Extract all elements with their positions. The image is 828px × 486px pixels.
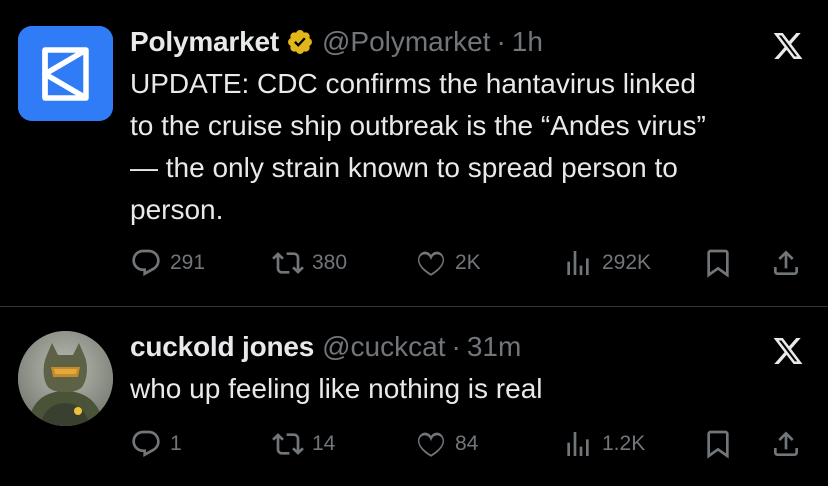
tweet-text: who up feeling like nothing is real	[130, 368, 800, 410]
bookmark-icon	[707, 249, 729, 278]
tweet-text-line: person.	[130, 194, 224, 225]
verified-badge-icon	[288, 30, 312, 54]
author-handle[interactable]: @Polymarket	[322, 26, 490, 58]
heart-icon	[417, 432, 445, 457]
reply-icon	[132, 430, 160, 457]
author-name[interactable]: cuckold jones	[130, 331, 314, 363]
share-button[interactable]	[770, 245, 802, 281]
bookmark-button[interactable]	[702, 426, 734, 462]
reply-count: 291	[170, 251, 206, 274]
share-icon	[774, 250, 798, 275]
author-handle[interactable]: @cuckcat	[322, 331, 445, 363]
timestamp[interactable]: 1h	[512, 26, 543, 58]
repost-button[interactable]: 14	[272, 426, 335, 462]
tweet-header: Polymarket @Polymarket · 1h	[130, 25, 543, 59]
author-name[interactable]: Polymarket	[130, 26, 279, 58]
heart-icon	[417, 251, 445, 276]
tweet-text-line: to the cruise ship outbreak is the “Ande…	[130, 110, 706, 141]
timestamp[interactable]: 31m	[467, 331, 521, 363]
action-bar: 1 14 84 1.2K	[130, 426, 808, 462]
bar-chart-icon	[567, 432, 589, 456]
reply-button[interactable]: 1	[130, 426, 182, 462]
reply-icon	[132, 249, 160, 276]
polymarket-avatar[interactable]	[18, 26, 113, 121]
armored-cat-avatar-icon	[18, 331, 113, 426]
share-icon	[774, 431, 798, 456]
view-count: 292K	[602, 251, 652, 274]
reply-count: 1	[170, 432, 182, 455]
like-count: 2K	[455, 251, 481, 274]
views-button[interactable]: 292K	[562, 245, 651, 281]
separator-dot: ·	[496, 26, 506, 57]
share-button[interactable]	[770, 426, 802, 462]
tweet[interactable]: Polymarket @Polymarket · 1h UPDATE: CDC …	[0, 0, 828, 307]
repost-button[interactable]: 380	[272, 245, 347, 281]
bookmark-icon	[707, 430, 729, 459]
like-button[interactable]: 2K	[415, 245, 481, 281]
separator-dot: ·	[451, 331, 461, 362]
repost-icon	[272, 433, 304, 455]
like-button[interactable]: 84	[415, 426, 478, 462]
tweet-text-line: UPDATE: CDC confirms the hantavirus link…	[130, 68, 696, 99]
tweet-text: UPDATE: CDC confirms the hantavirus link…	[130, 63, 800, 231]
bookmark-button[interactable]	[702, 245, 734, 281]
x-logo-icon[interactable]	[772, 30, 804, 62]
tweet-text-line: — the only strain known to spread person…	[130, 152, 678, 183]
x-logo-icon[interactable]	[772, 335, 804, 367]
reply-button[interactable]: 291	[130, 245, 205, 281]
views-button[interactable]: 1.2K	[562, 426, 645, 462]
bar-chart-icon	[567, 251, 589, 275]
view-count: 1.2K	[602, 432, 646, 455]
tweet[interactable]: cuckold jones @cuckcat · 31m who up feel…	[0, 307, 828, 486]
repost-count: 14	[312, 432, 336, 455]
tweet-text-line: who up feeling like nothing is real	[130, 373, 543, 404]
action-bar: 291 380 2K 292K	[130, 245, 808, 281]
tweet-header: cuckold jones @cuckcat · 31m	[130, 330, 521, 364]
repost-icon	[272, 252, 304, 274]
like-count: 84	[455, 432, 479, 455]
polymarket-logo-icon	[18, 26, 113, 121]
user-avatar[interactable]	[18, 331, 113, 426]
repost-count: 380	[312, 251, 348, 274]
